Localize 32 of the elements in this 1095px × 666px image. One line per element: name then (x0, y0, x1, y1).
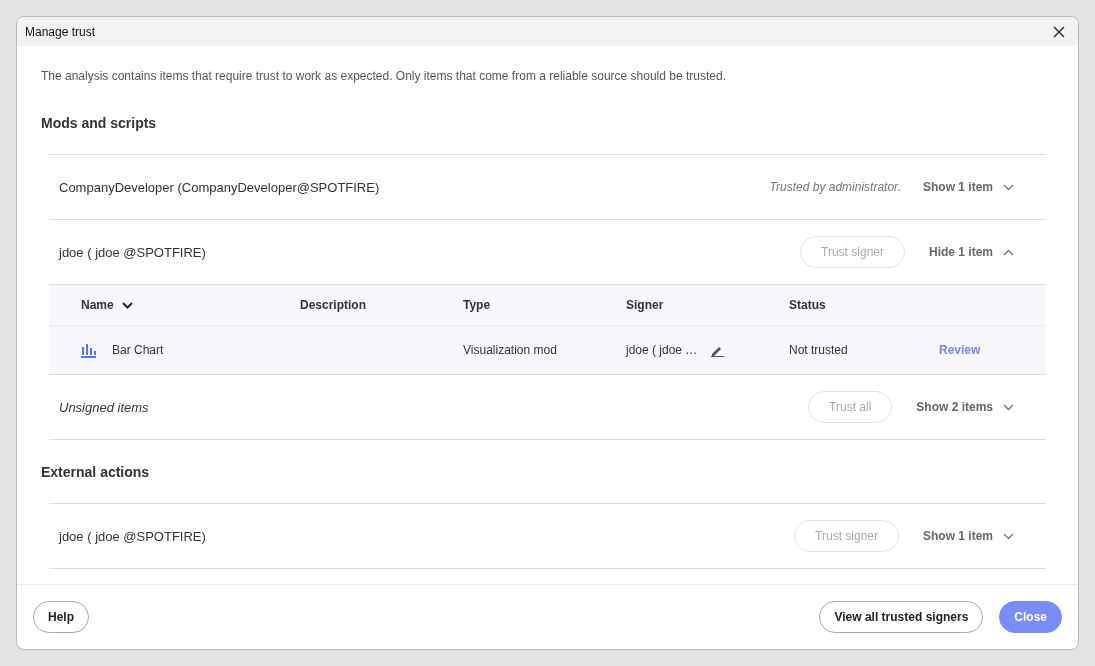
chevron-down-icon (1003, 532, 1014, 540)
bar-chart-icon (81, 342, 96, 358)
group-label: Unsigned items (59, 399, 150, 415)
column-header[interactable]: Status (789, 298, 939, 312)
signer-name: jdoe ( jdoe @SPOTFIRE) (59, 528, 207, 544)
help-button[interactable]: Help (33, 601, 89, 633)
intro-text: The analysis contains items that require trust to work as expected. Only items that come from a reliable source should be trusted. (41, 69, 727, 83)
table-cell-text: Visualization mod (463, 343, 558, 357)
toggle-button[interactable]: Hide 1 item (928, 245, 1014, 259)
section-title: External actions (41, 464, 151, 480)
toggle-button[interactable]: Show 1 item (923, 529, 1014, 543)
window-title: Manage trust (25, 24, 96, 39)
chevron-down-icon (1003, 183, 1014, 191)
toggle-button[interactable]: Show 2 items (916, 400, 1014, 414)
section-title: Mods and scripts (41, 115, 158, 131)
toggle-button[interactable]: Show 1 item (923, 180, 1014, 194)
chevron-up-icon (1003, 248, 1014, 256)
table-cell-text: Not trusted (789, 343, 849, 357)
table-cell: Bar Chart (112, 343, 164, 357)
view-signers-button[interactable]: View all trusted signers (819, 601, 984, 633)
column-header[interactable]: Type (463, 298, 626, 312)
signer-name: CompanyDeveloper (CompanyDeveloper@SPOTFIRE) (59, 179, 381, 195)
signer-name: jdoe ( jdoe @SPOTFIRE) (59, 244, 207, 260)
close-button[interactable]: Close (999, 601, 1062, 633)
sort-chevron-icon (121, 301, 133, 309)
review-link[interactable]: Review (939, 343, 981, 357)
trust-note: Trusted by administrator. (769, 180, 901, 194)
table-cell: jdoe ( jdoe … (626, 343, 698, 357)
column-header[interactable]: Signer (626, 298, 789, 312)
column-header[interactable]: Name (81, 298, 300, 312)
column-header[interactable]: Description (300, 298, 463, 312)
chevron-down-icon (1003, 403, 1014, 411)
